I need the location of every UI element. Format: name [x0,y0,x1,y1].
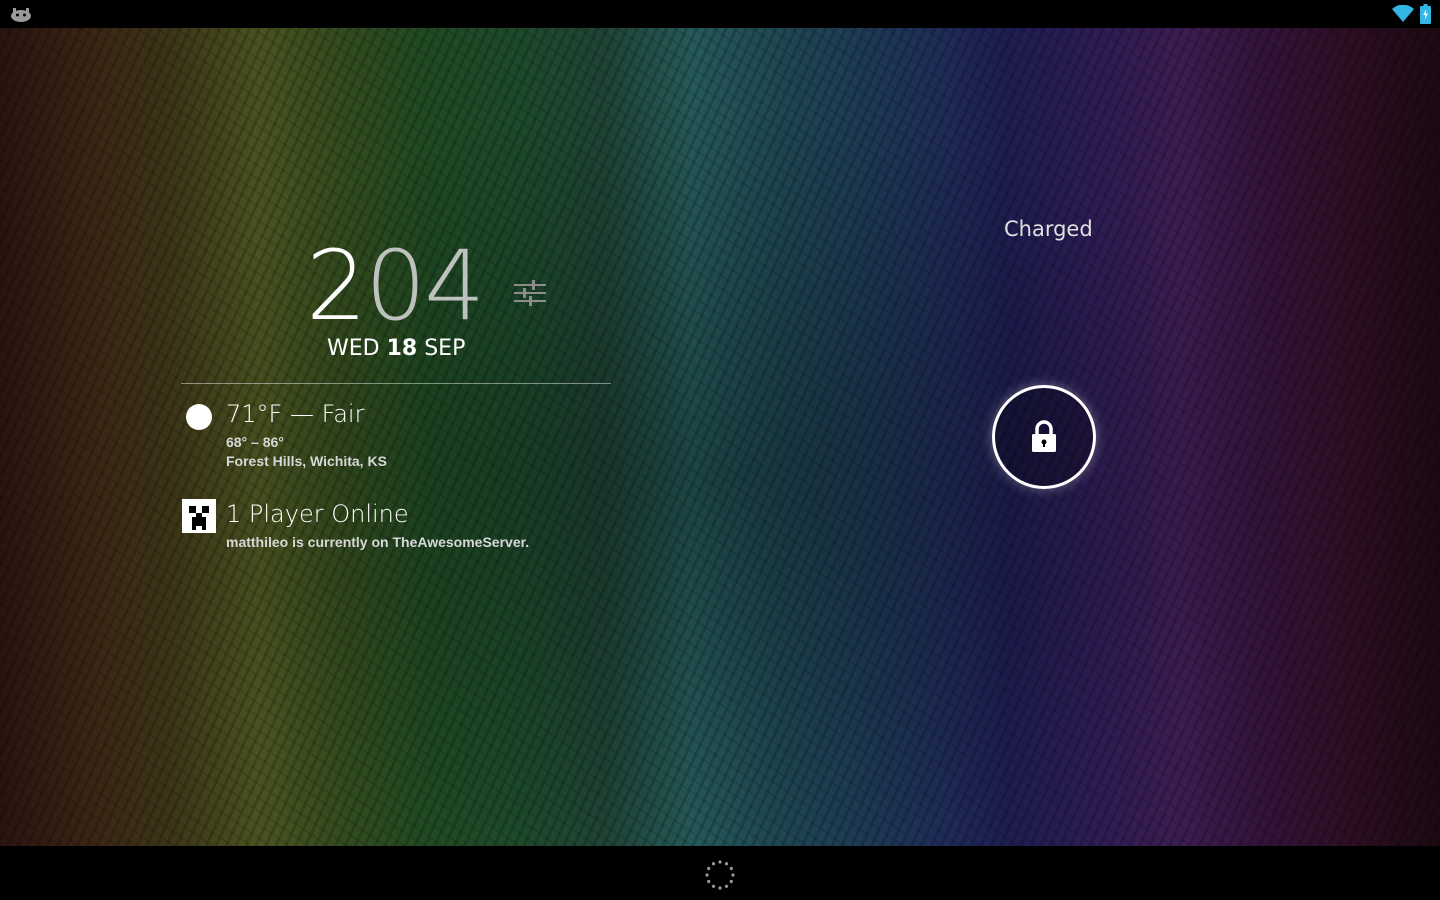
wifi-icon [1392,5,1414,22]
clock-minutes: 04 [365,230,485,342]
date: WED 18 SEP [327,336,465,361]
status-bar [0,0,1440,28]
date-day: 18 [386,336,418,361]
android-notification-icon [11,8,31,22]
player-widget-subtitle: matthileo is currently on TheAwesomeServ… [226,534,530,550]
date-weekday: WED [327,336,380,361]
lock-screen: 204 WED 18 SEP 71°F — Fair 68° – 86° For… [0,0,1440,900]
creeper-icon [182,499,216,533]
lock-icon[interactable] [1030,420,1058,454]
sliders-icon[interactable] [514,278,546,308]
weather-range: 68° – 86° [226,434,284,450]
clock: 204 [306,236,485,336]
player-widget-title[interactable]: 1 Player Online [226,500,409,528]
sun-icon [186,404,212,430]
clock-hours: 2 [306,230,367,342]
battery-charging-icon [1420,4,1431,24]
date-month: SEP [424,336,466,361]
weather-location: Forest Hills, Wichita, KS [226,453,387,469]
weather-summary[interactable]: 71°F — Fair [226,400,364,428]
loading-spinner-icon [705,860,735,890]
widget-divider [181,383,611,384]
wallpaper [0,28,1440,846]
charge-status: Charged [1004,217,1093,241]
